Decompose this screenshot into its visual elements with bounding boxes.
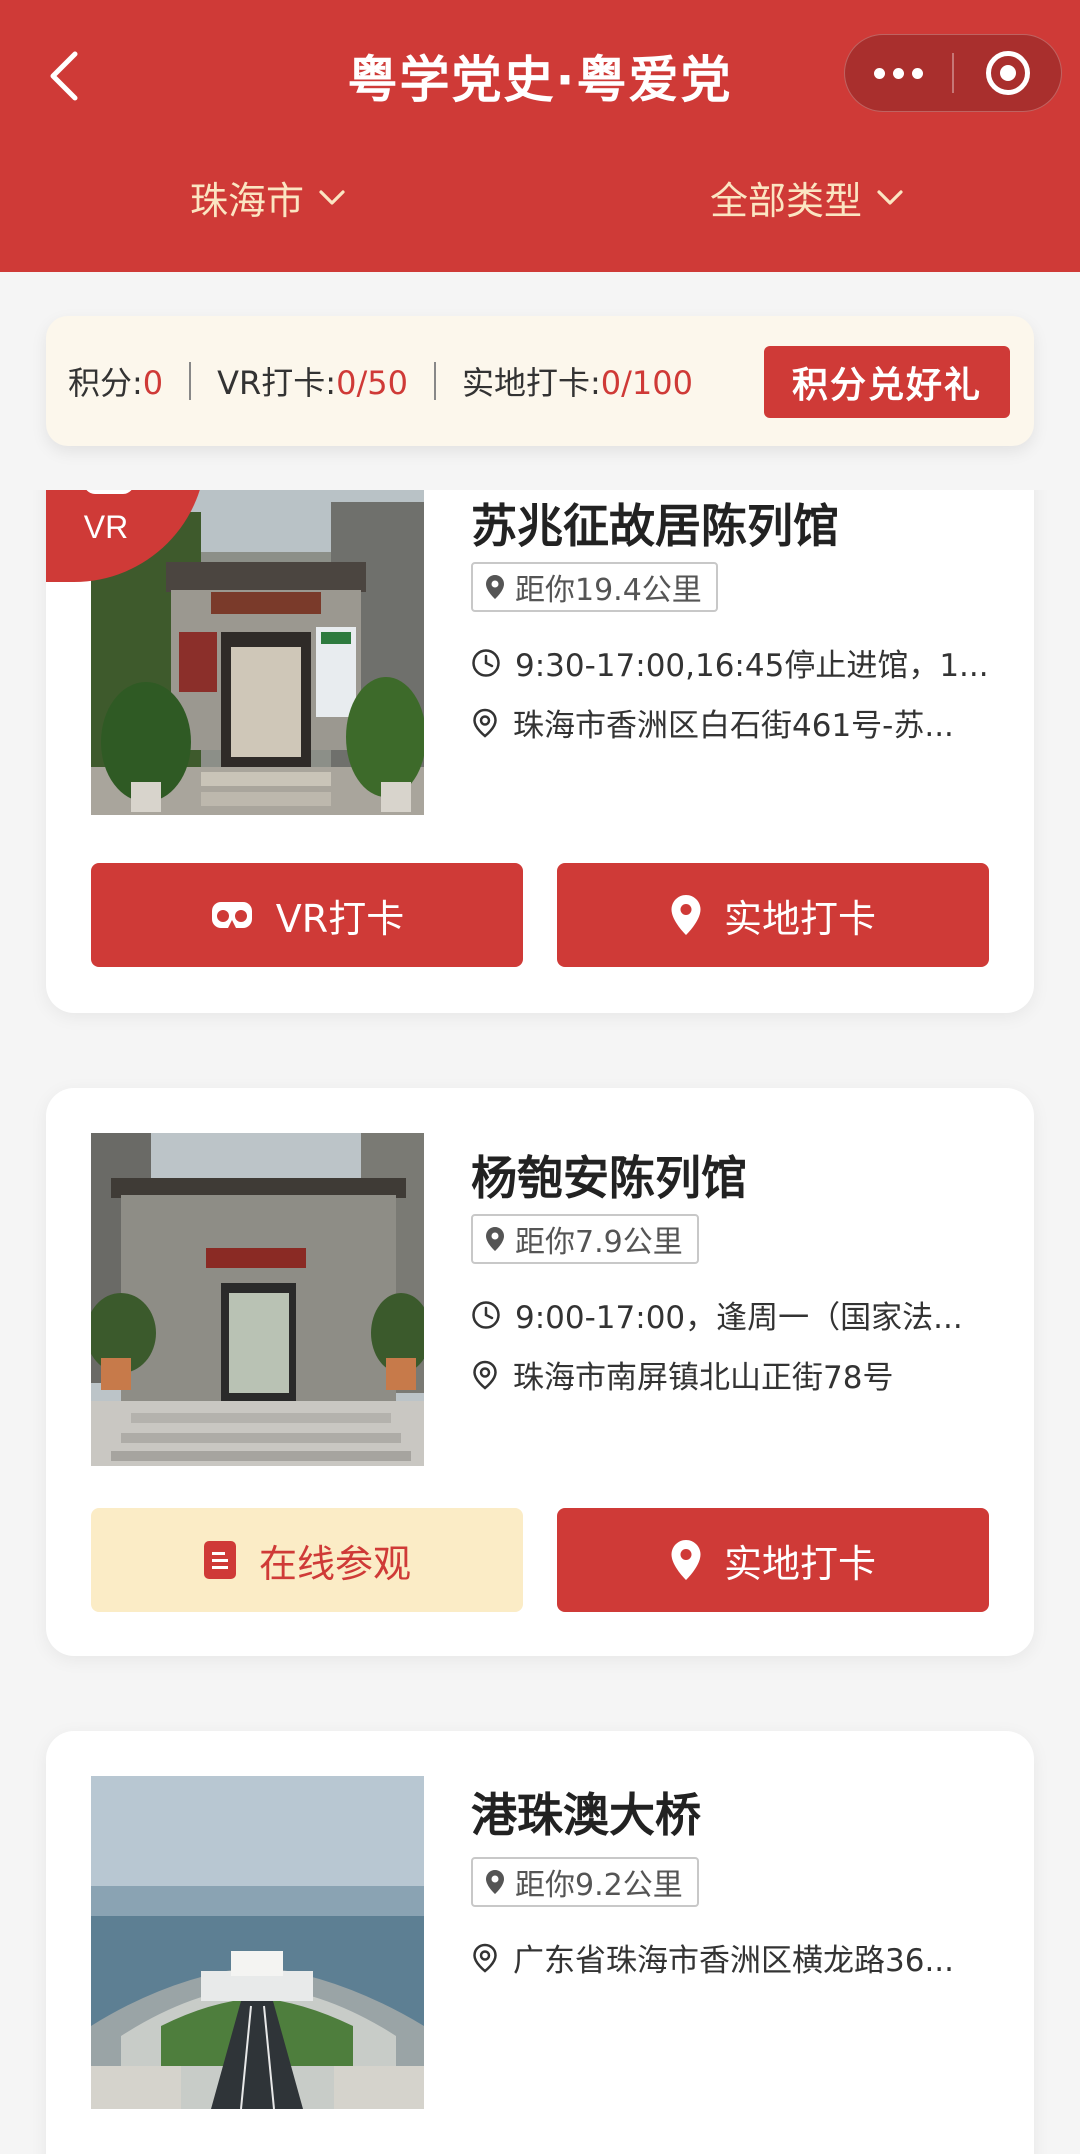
stats-bar: 积分:0 VR打卡:0/50 实地打卡:0/100 积分兑好礼: [46, 316, 1034, 446]
chevron-down-icon: [319, 189, 345, 205]
vr-glasses-icon: [211, 902, 252, 928]
clock-icon: [472, 648, 500, 677]
address-text: 广东省珠海市香洲区横龙路36...: [513, 1943, 955, 1979]
onsite-checkin-label: 实地打卡: [723, 1541, 876, 1586]
chevron-down-icon: [877, 189, 903, 205]
distance-text: 距你19.4公里: [515, 573, 702, 608]
clock-icon: [472, 1300, 500, 1329]
venue-title: 港珠澳大桥: [471, 1788, 701, 1842]
venue-card[interactable]: 港珠澳大桥 距你9.2公里 广东省珠海市香洲区横龙路36...: [46, 1731, 1034, 2154]
location-pin-icon: [486, 575, 504, 599]
opening-hours: 9:00-17:00，逢周一（国家法...: [471, 1292, 991, 1337]
location-outline-icon: [473, 708, 497, 738]
mini-program-capsule: [844, 34, 1062, 112]
address: 广东省珠海市香洲区横龙路36...: [471, 1935, 991, 1980]
venue-list[interactable]: VR 苏兆征故居陈列馆 距你19.4公里 9:30-17:00,16:45停止进…: [0, 490, 1080, 2154]
online-visit-label: 在线参观: [258, 1541, 411, 1586]
address: 珠海市香洲区白石街461号-苏...: [471, 700, 991, 745]
city-filter-dropdown[interactable]: 珠海市: [190, 170, 346, 225]
address-text: 珠海市香洲区白石街461号-苏...: [513, 708, 954, 744]
opening-hours: 9:30-17:00,16:45停止进馆，1...: [471, 640, 991, 685]
divider: [189, 362, 192, 400]
location-outline-icon: [473, 1360, 497, 1390]
venue-photo: [91, 1776, 424, 2109]
venue-card[interactable]: 杨匏安陈列馆 距你7.9公里 9:00-17:00，逢周一（国家法... 珠海市…: [46, 1088, 1034, 1656]
more-dots-icon: [874, 67, 923, 79]
more-button[interactable]: [845, 35, 952, 111]
onsite-checkin-label: 实地打卡: [723, 896, 876, 941]
close-mini-program-button[interactable]: [954, 35, 1061, 111]
type-filter-label: 全部类型: [710, 179, 863, 223]
venue-card[interactable]: VR 苏兆征故居陈列馆 距你19.4公里 9:30-17:00,16:45停止进…: [46, 490, 1034, 1013]
venue-title: 苏兆征故居陈列馆: [471, 499, 839, 553]
online-visit-button[interactable]: 在线参观: [91, 1508, 523, 1612]
address-text: 珠海市南屏镇北山正街78号: [513, 1360, 894, 1396]
location-pin-icon: [486, 1870, 504, 1894]
top-header: 粤学党史·粤爱党 珠海市 全部类型: [0, 0, 1080, 272]
location-pin-icon: [671, 895, 701, 935]
vr-checkin-label: VR打卡: [275, 896, 405, 941]
distance-text: 距你7.9公里: [515, 1225, 683, 1260]
document-icon: [203, 1541, 236, 1579]
city-filter-label: 珠海市: [190, 179, 305, 223]
location-pin-icon: [671, 1540, 701, 1580]
divider: [433, 362, 436, 400]
distance-tag: 距你9.2公里: [471, 1857, 699, 1907]
distance-tag: 距你19.4公里: [471, 562, 718, 612]
distance-tag: 距你7.9公里: [471, 1214, 699, 1264]
vr-checkin-button[interactable]: VR打卡: [91, 863, 523, 967]
vr-checkin-stat: VR打卡:0/50: [217, 364, 408, 402]
type-filter-dropdown[interactable]: 全部类型: [710, 170, 904, 225]
onsite-checkin-stat: 实地打卡:0/100: [461, 364, 693, 402]
location-pin-icon: [486, 1227, 504, 1251]
points-stat: 积分:0: [68, 364, 164, 402]
redeem-gifts-button[interactable]: 积分兑好礼: [764, 346, 1010, 418]
venue-photo: [91, 1133, 424, 1466]
address: 珠海市南屏镇北山正街78号: [471, 1352, 991, 1397]
hours-text: 9:30-17:00,16:45停止进馆，1...: [515, 648, 989, 684]
onsite-checkin-button[interactable]: 实地打卡: [557, 863, 989, 967]
venue-title: 杨匏安陈列馆: [471, 1151, 747, 1205]
vr-badge: VR: [46, 490, 200, 582]
hours-text: 9:00-17:00，逢周一（国家法...: [515, 1300, 963, 1336]
location-outline-icon: [473, 1943, 497, 1973]
onsite-checkin-button[interactable]: 实地打卡: [557, 1508, 989, 1612]
distance-text: 距你9.2公里: [515, 1868, 683, 1903]
vr-badge-label: VR: [84, 509, 128, 545]
target-icon: [985, 51, 1030, 95]
